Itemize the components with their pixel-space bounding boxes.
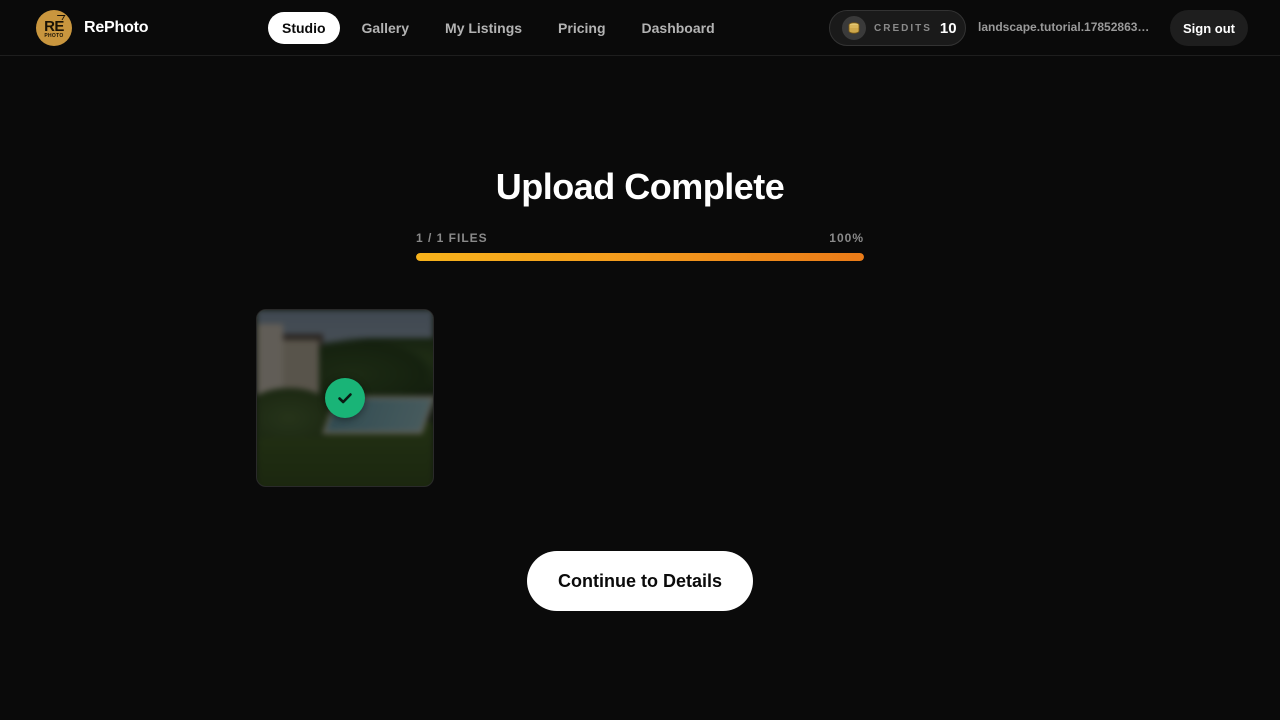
main-nav: Studio Gallery My Listings Pricing Dashb…: [268, 12, 729, 44]
upload-success-badge: [325, 378, 365, 418]
nav-item-dashboard[interactable]: Dashboard: [628, 12, 729, 44]
logo-subtext: PHOTO: [44, 33, 64, 39]
credits-badge[interactable]: CREDITS 10: [829, 10, 966, 46]
page-title: Upload Complete: [495, 166, 785, 207]
nav-item-studio[interactable]: Studio: [268, 12, 340, 44]
continue-to-details-button[interactable]: Continue to Details: [527, 551, 753, 611]
check-icon: [338, 393, 352, 404]
progress-meta: 1 / 1 FILES 100%: [416, 231, 864, 245]
top-navigation-bar: RE PHOTO RePhoto Studio Gallery My Listi…: [0, 0, 1280, 56]
coins-icon: [842, 16, 866, 40]
logo-text: RE: [44, 18, 64, 35]
credits-label: CREDITS: [874, 22, 932, 34]
upload-progress-bar: [416, 253, 864, 261]
upload-progress-fill: [416, 253, 864, 261]
credits-value: 10: [939, 19, 957, 37]
rephoto-logo-icon: RE PHOTO: [36, 10, 72, 46]
brand-name: RePhoto: [84, 19, 149, 36]
progress-percent: 100%: [829, 231, 864, 245]
user-email: landscape.tutorial.1785286354...: [978, 20, 1156, 34]
nav-item-gallery[interactable]: Gallery: [348, 12, 423, 44]
sign-out-button[interactable]: Sign out: [1170, 10, 1248, 46]
nav-item-my-listings[interactable]: My Listings: [431, 12, 536, 44]
uploaded-photo-thumbnail[interactable]: [256, 309, 434, 487]
brand[interactable]: RE PHOTO RePhoto: [36, 10, 149, 46]
nav-item-pricing[interactable]: Pricing: [544, 12, 619, 44]
files-count: 1 / 1 FILES: [416, 231, 488, 245]
